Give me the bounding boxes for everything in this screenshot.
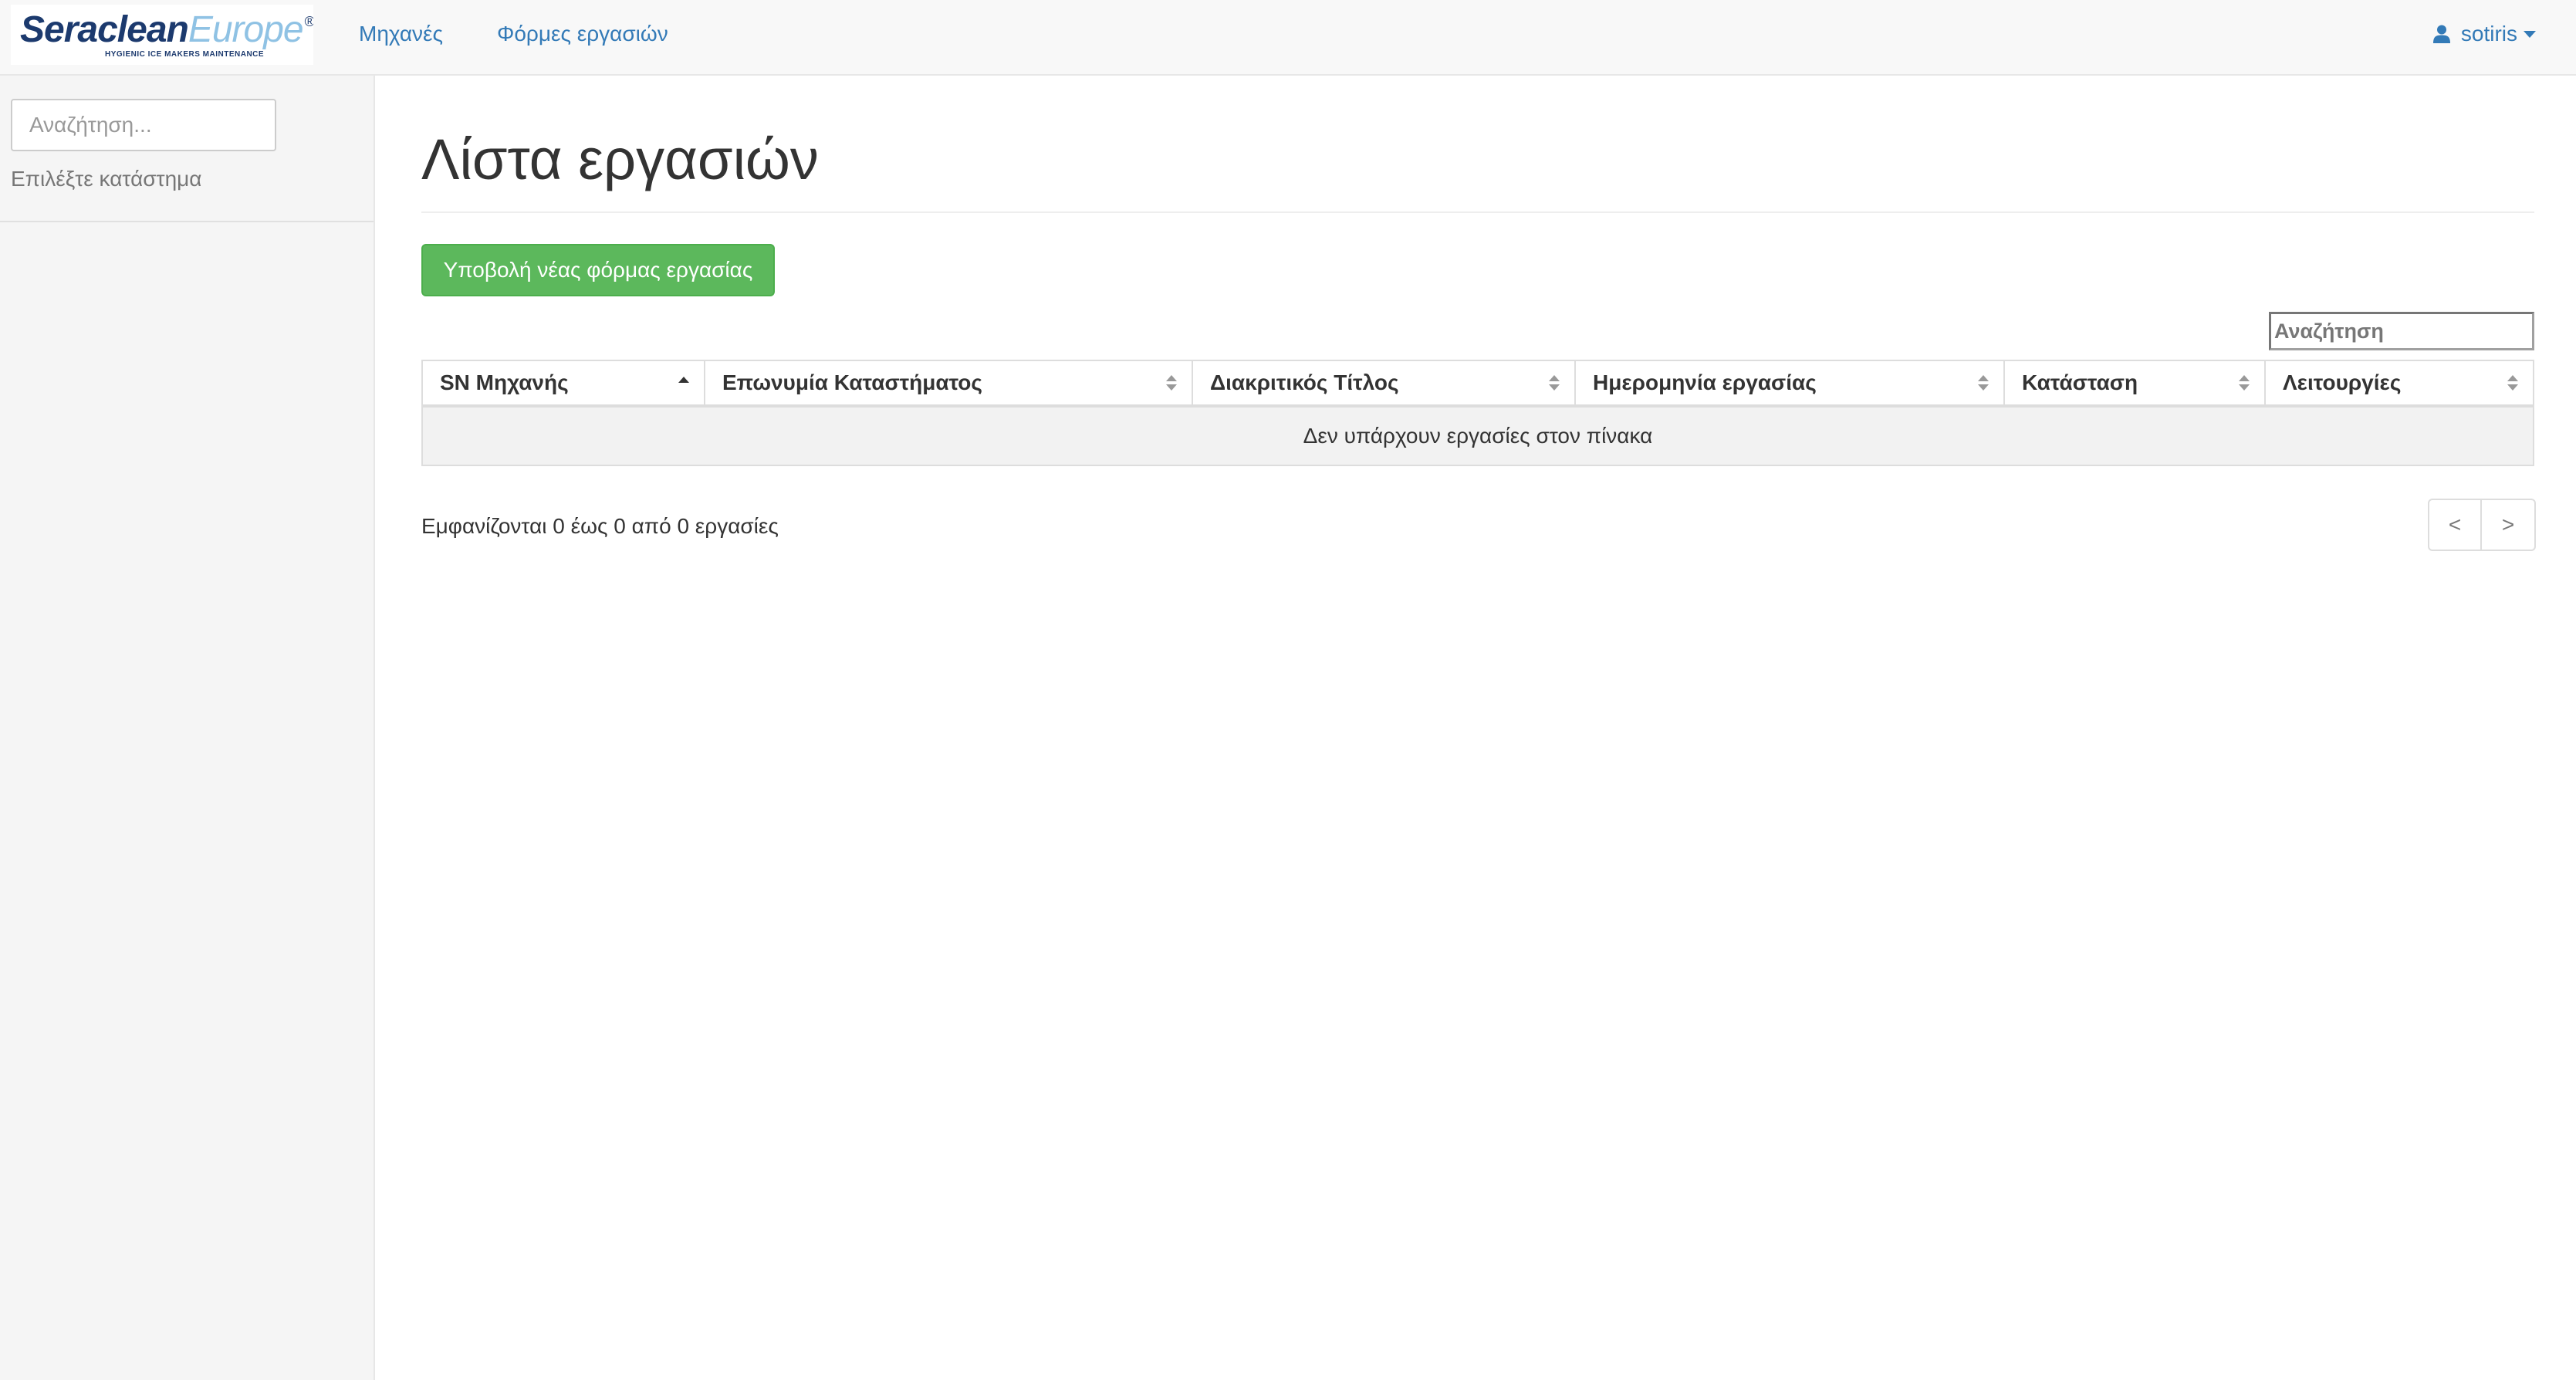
nav-link-work-forms[interactable]: Φόρμες εργασιών	[497, 22, 668, 46]
sort-icon	[1166, 375, 1177, 391]
sort-icon	[1978, 375, 1989, 391]
work-orders-table: SN Μηχανής Επωνυμία Καταστήματος Διακριτ…	[421, 360, 2534, 466]
table-header-row: SN Μηχανής Επωνυμία Καταστήματος Διακριτ…	[423, 361, 2533, 408]
table-empty-row: Δεν υπάρχουν εργασίες στον πίνακα	[423, 408, 2533, 465]
column-header-label: Διακριτικός Τίτλος	[1210, 370, 1399, 394]
next-page-button[interactable]: >	[2482, 499, 2536, 551]
column-header-machine-sn[interactable]: SN Μηχανής	[423, 361, 705, 404]
user-dropdown[interactable]: sotiris	[2432, 22, 2536, 46]
column-header-label: Λειτουργίες	[2283, 370, 2402, 394]
title-divider	[421, 211, 2534, 213]
column-header-store-name[interactable]: Επωνυμία Καταστήματος	[705, 361, 1193, 404]
user-name: sotiris	[2460, 22, 2517, 46]
brand-name-secondary: Europe	[188, 8, 304, 50]
brand-tagline: HYGIENIC ICE MAKERS MAINTENANCE	[105, 49, 265, 59]
page-title: Λίστα εργασιών	[421, 127, 819, 191]
brand-logo[interactable]: Seraclean Europe ® HYGIENIC ICE MAKERS M…	[11, 5, 313, 65]
sort-icon	[1549, 375, 1560, 391]
column-header-label: Κατάσταση	[2022, 370, 2138, 394]
nav-link-machines[interactable]: Μηχανές	[359, 22, 443, 46]
sidebar-store-hint: Επιλέξτε κατάστημα	[11, 167, 202, 191]
column-header-distinctive-title[interactable]: Διακριτικός Τίτλος	[1193, 361, 1576, 404]
sort-icon	[2507, 375, 2518, 391]
column-header-actions[interactable]: Λειτουργίες	[2266, 361, 2533, 404]
submit-new-work-form-button[interactable]: Υποβολή νέας φόρμας εργασίας	[421, 244, 775, 296]
table-info-text: Εμφανίζονται 0 έως 0 από 0 εργασίες	[421, 514, 779, 538]
column-header-status[interactable]: Κατάσταση	[2005, 361, 2266, 404]
column-header-label: Ημερομηνία εργασίας	[1593, 370, 1817, 394]
previous-page-button[interactable]: <	[2428, 499, 2482, 551]
chevron-down-icon	[2524, 30, 2536, 38]
top-navbar: Seraclean Europe ® HYGIENIC ICE MAKERS M…	[0, 0, 2576, 76]
sort-icon	[2239, 375, 2250, 391]
column-header-label: Επωνυμία Καταστήματος	[722, 370, 982, 394]
table-search-input[interactable]	[2269, 312, 2534, 350]
sidebar-divider	[0, 221, 374, 222]
pagination: < >	[2428, 499, 2536, 551]
brand-registered-mark: ®	[304, 13, 313, 29]
sidebar: Επιλέξτε κατάστημα	[0, 76, 375, 1380]
column-header-label: SN Μηχανής	[440, 370, 569, 394]
sort-ascending-icon	[678, 377, 689, 383]
column-header-work-date[interactable]: Ημερομηνία εργασίας	[1576, 361, 2005, 404]
sidebar-search-input[interactable]	[11, 99, 276, 151]
user-icon	[2432, 25, 2450, 43]
brand-wordmark: Seraclean Europe ®	[20, 8, 313, 50]
brand-name-primary: Seraclean	[20, 8, 189, 50]
